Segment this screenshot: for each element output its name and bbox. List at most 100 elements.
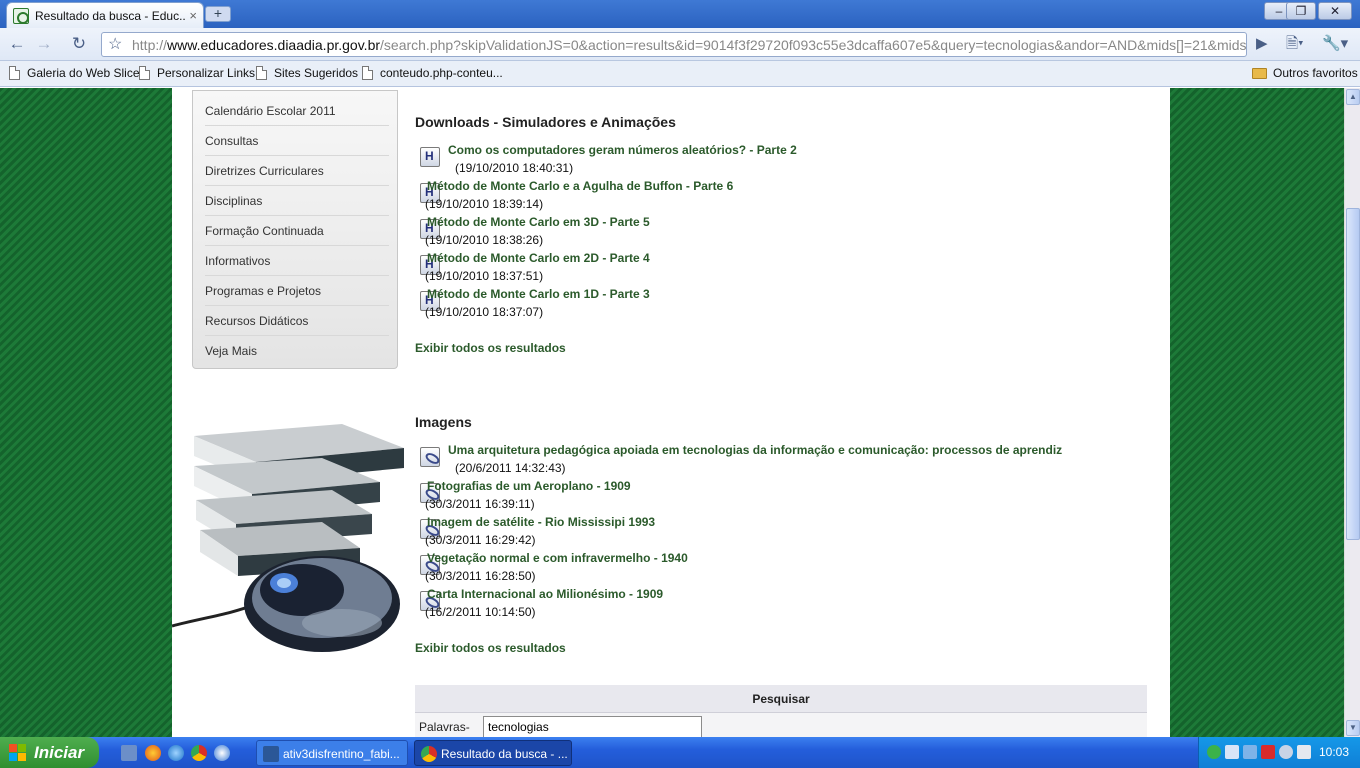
result-link[interactable]: Método de Monte Carlo em 3D - Parte 5: [427, 215, 650, 229]
result-date: (30/3/2011 16:28:50): [425, 569, 536, 583]
page-icon: [139, 66, 150, 80]
url-path: /search.php?skipValidationJS=0&action=re…: [380, 36, 1247, 53]
result-link[interactable]: Carta Internacional ao Milionésimo - 190…: [427, 587, 663, 601]
result-date: (19/10/2010 18:37:07): [425, 305, 544, 319]
forward-arrow-icon[interactable]: →: [33, 34, 55, 56]
browser-tab-active[interactable]: Resultado da busca - Educ... ×: [6, 2, 204, 28]
page-content: Calendário Escolar 2011 Consultas Diretr…: [172, 88, 1170, 737]
bookmark-star-icon[interactable]: ☆: [108, 34, 122, 54]
show-all-images-link[interactable]: Exibir todos os resultados: [415, 641, 566, 655]
result-date: (19/10/2010 18:40:31): [455, 161, 574, 175]
bookmark-item[interactable]: conteudo.php-conteu...: [362, 66, 503, 80]
windows-logo-icon: [9, 744, 27, 761]
menu-item-informativos[interactable]: Informativos: [205, 246, 389, 276]
connection-icon[interactable]: [1243, 745, 1257, 759]
address-bar[interactable]: ☆ http://www.educadores.diaadia.pr.gov.b…: [101, 32, 1247, 57]
result-link[interactable]: Imagem de satélite - Rio Mississipi 1993: [427, 515, 655, 529]
html-file-icon[interactable]: [420, 147, 440, 167]
folder-icon: [1252, 67, 1267, 79]
language-icon[interactable]: [1225, 745, 1239, 759]
menu-item-formacao[interactable]: Formação Continuada: [205, 216, 389, 246]
menu-item-calendario[interactable]: Calendário Escolar 2011: [205, 96, 389, 126]
result-date: (19/10/2010 18:37:51): [425, 269, 544, 283]
taskbar-button-word[interactable]: ativ3disfrentino_fabi...: [256, 740, 408, 766]
url-host: www.educadores.diaadia.pr.gov.br: [167, 36, 381, 53]
browser-toolbar: ← → ↻ ☆ http://www.educadores.diaadia.pr…: [0, 28, 1360, 61]
search-keywords-label: Palavras-: [419, 720, 470, 734]
site-favicon-icon: [13, 7, 29, 24]
taskbar-button-browser[interactable]: Resultado da busca - ...: [414, 740, 572, 766]
menu-item-recursos[interactable]: Recursos Didáticos: [205, 306, 389, 336]
scroll-thumb[interactable]: [1346, 208, 1360, 540]
close-window-button[interactable]: ✕: [1318, 2, 1352, 20]
image-file-icon[interactable]: [420, 447, 440, 467]
result-link[interactable]: Método de Monte Carlo e a Agulha de Buff…: [427, 179, 733, 193]
go-arrow-icon[interactable]: ▶: [1256, 34, 1268, 54]
tab-title: Resultado da busca - Educ...: [35, 8, 186, 23]
antivirus-icon[interactable]: [1261, 745, 1275, 759]
result-link[interactable]: Uma arquitetura pedagógica apoiada em te…: [448, 443, 1062, 457]
computer-mouse-icon: [172, 556, 400, 652]
result-date: (19/10/2010 18:39:14): [425, 197, 544, 211]
result-date: (19/10/2010 18:38:26): [425, 233, 544, 247]
result-date: (30/3/2011 16:29:42): [425, 533, 536, 547]
section-heading-images: Imagens: [415, 414, 472, 430]
show-desktop-icon[interactable]: [121, 745, 137, 761]
menu-item-consultas[interactable]: Consultas: [205, 126, 389, 156]
result-date: (16/2/2011 10:14:50): [425, 605, 536, 619]
books-and-mouse-illustration: [172, 424, 404, 652]
result-link[interactable]: Vegetação normal e com infravermelho - 1…: [427, 551, 688, 565]
media-player-icon[interactable]: [214, 745, 230, 761]
maximize-button[interactable]: ❐: [1286, 2, 1316, 20]
internet-explorer-icon[interactable]: [168, 745, 184, 761]
page-menu-icon[interactable]: 🗎▾: [1286, 34, 1304, 54]
menu-item-veja-mais[interactable]: Veja Mais: [205, 336, 389, 366]
book-stack-icon: [194, 424, 404, 576]
result-link[interactable]: Método de Monte Carlo em 1D - Parte 3: [427, 287, 650, 301]
start-button[interactable]: Iniciar: [0, 737, 99, 768]
page-viewport: Calendário Escolar 2011 Consultas Diretr…: [0, 88, 1344, 737]
url-scheme: http://: [132, 36, 168, 53]
chrome-icon[interactable]: [191, 745, 207, 761]
scroll-up-icon[interactable]: ▲: [1346, 89, 1360, 105]
chrome-icon: [421, 746, 437, 762]
bookmark-item[interactable]: Galeria do Web Slice: [9, 66, 140, 80]
menu-item-disciplinas[interactable]: Disciplinas: [205, 186, 389, 216]
clock: 10:03: [1319, 745, 1350, 759]
browser-titlebar: Resultado da busca - Educ... × + – ❐ ✕: [0, 0, 1360, 28]
other-bookmarks[interactable]: Outros favoritos: [1252, 66, 1358, 80]
menu-item-diretrizes[interactable]: Diretrizes Curriculares: [205, 156, 389, 186]
result-link[interactable]: Fotografias de um Aeroplano - 1909: [427, 479, 631, 493]
volume-icon[interactable]: [1297, 745, 1311, 759]
side-menu: Calendário Escolar 2011 Consultas Diretr…: [192, 90, 398, 369]
page-icon: [256, 66, 267, 80]
vertical-scrollbar[interactable]: ▲ ▼: [1344, 88, 1360, 737]
reload-icon[interactable]: ↻: [68, 34, 90, 56]
page-icon: [362, 66, 373, 80]
word-document-icon: [263, 746, 279, 762]
show-all-downloads-link[interactable]: Exibir todos os resultados: [415, 341, 566, 355]
menu-item-programas[interactable]: Programas e Projetos: [205, 276, 389, 306]
network-icon[interactable]: [1207, 745, 1221, 759]
search-panel-heading: Pesquisar: [415, 685, 1147, 713]
new-tab-button[interactable]: +: [205, 6, 231, 22]
tab-close-icon[interactable]: ×: [189, 8, 197, 23]
result-link[interactable]: Como os computadores geram números aleat…: [448, 143, 797, 157]
sync-icon[interactable]: [1279, 745, 1293, 759]
bookmarks-bar: Galeria do Web Slice Personalizar Links …: [0, 61, 1360, 87]
wrench-icon[interactable]: 🔧▾: [1322, 34, 1348, 54]
search-panel: Pesquisar Palavras-: [415, 685, 1147, 737]
section-heading-downloads: Downloads - Simuladores e Animações: [415, 114, 676, 130]
result-link[interactable]: Método de Monte Carlo em 2D - Parte 4: [427, 251, 650, 265]
bookmark-item[interactable]: Sites Sugeridos: [256, 66, 358, 80]
scroll-down-icon[interactable]: ▼: [1346, 720, 1360, 736]
system-tray: 10:03: [1198, 737, 1360, 768]
firefox-icon[interactable]: [145, 745, 161, 761]
bookmark-item[interactable]: Personalizar Links: [139, 66, 255, 80]
page-icon: [9, 66, 20, 80]
back-arrow-icon[interactable]: ←: [6, 34, 28, 56]
result-date: (20/6/2011 14:32:43): [455, 461, 566, 475]
result-date: (30/3/2011 16:39:11): [425, 497, 535, 511]
search-keywords-input[interactable]: [483, 716, 702, 737]
windows-taskbar: Iniciar ativ3disfrentino_fabi... Resulta…: [0, 737, 1360, 768]
